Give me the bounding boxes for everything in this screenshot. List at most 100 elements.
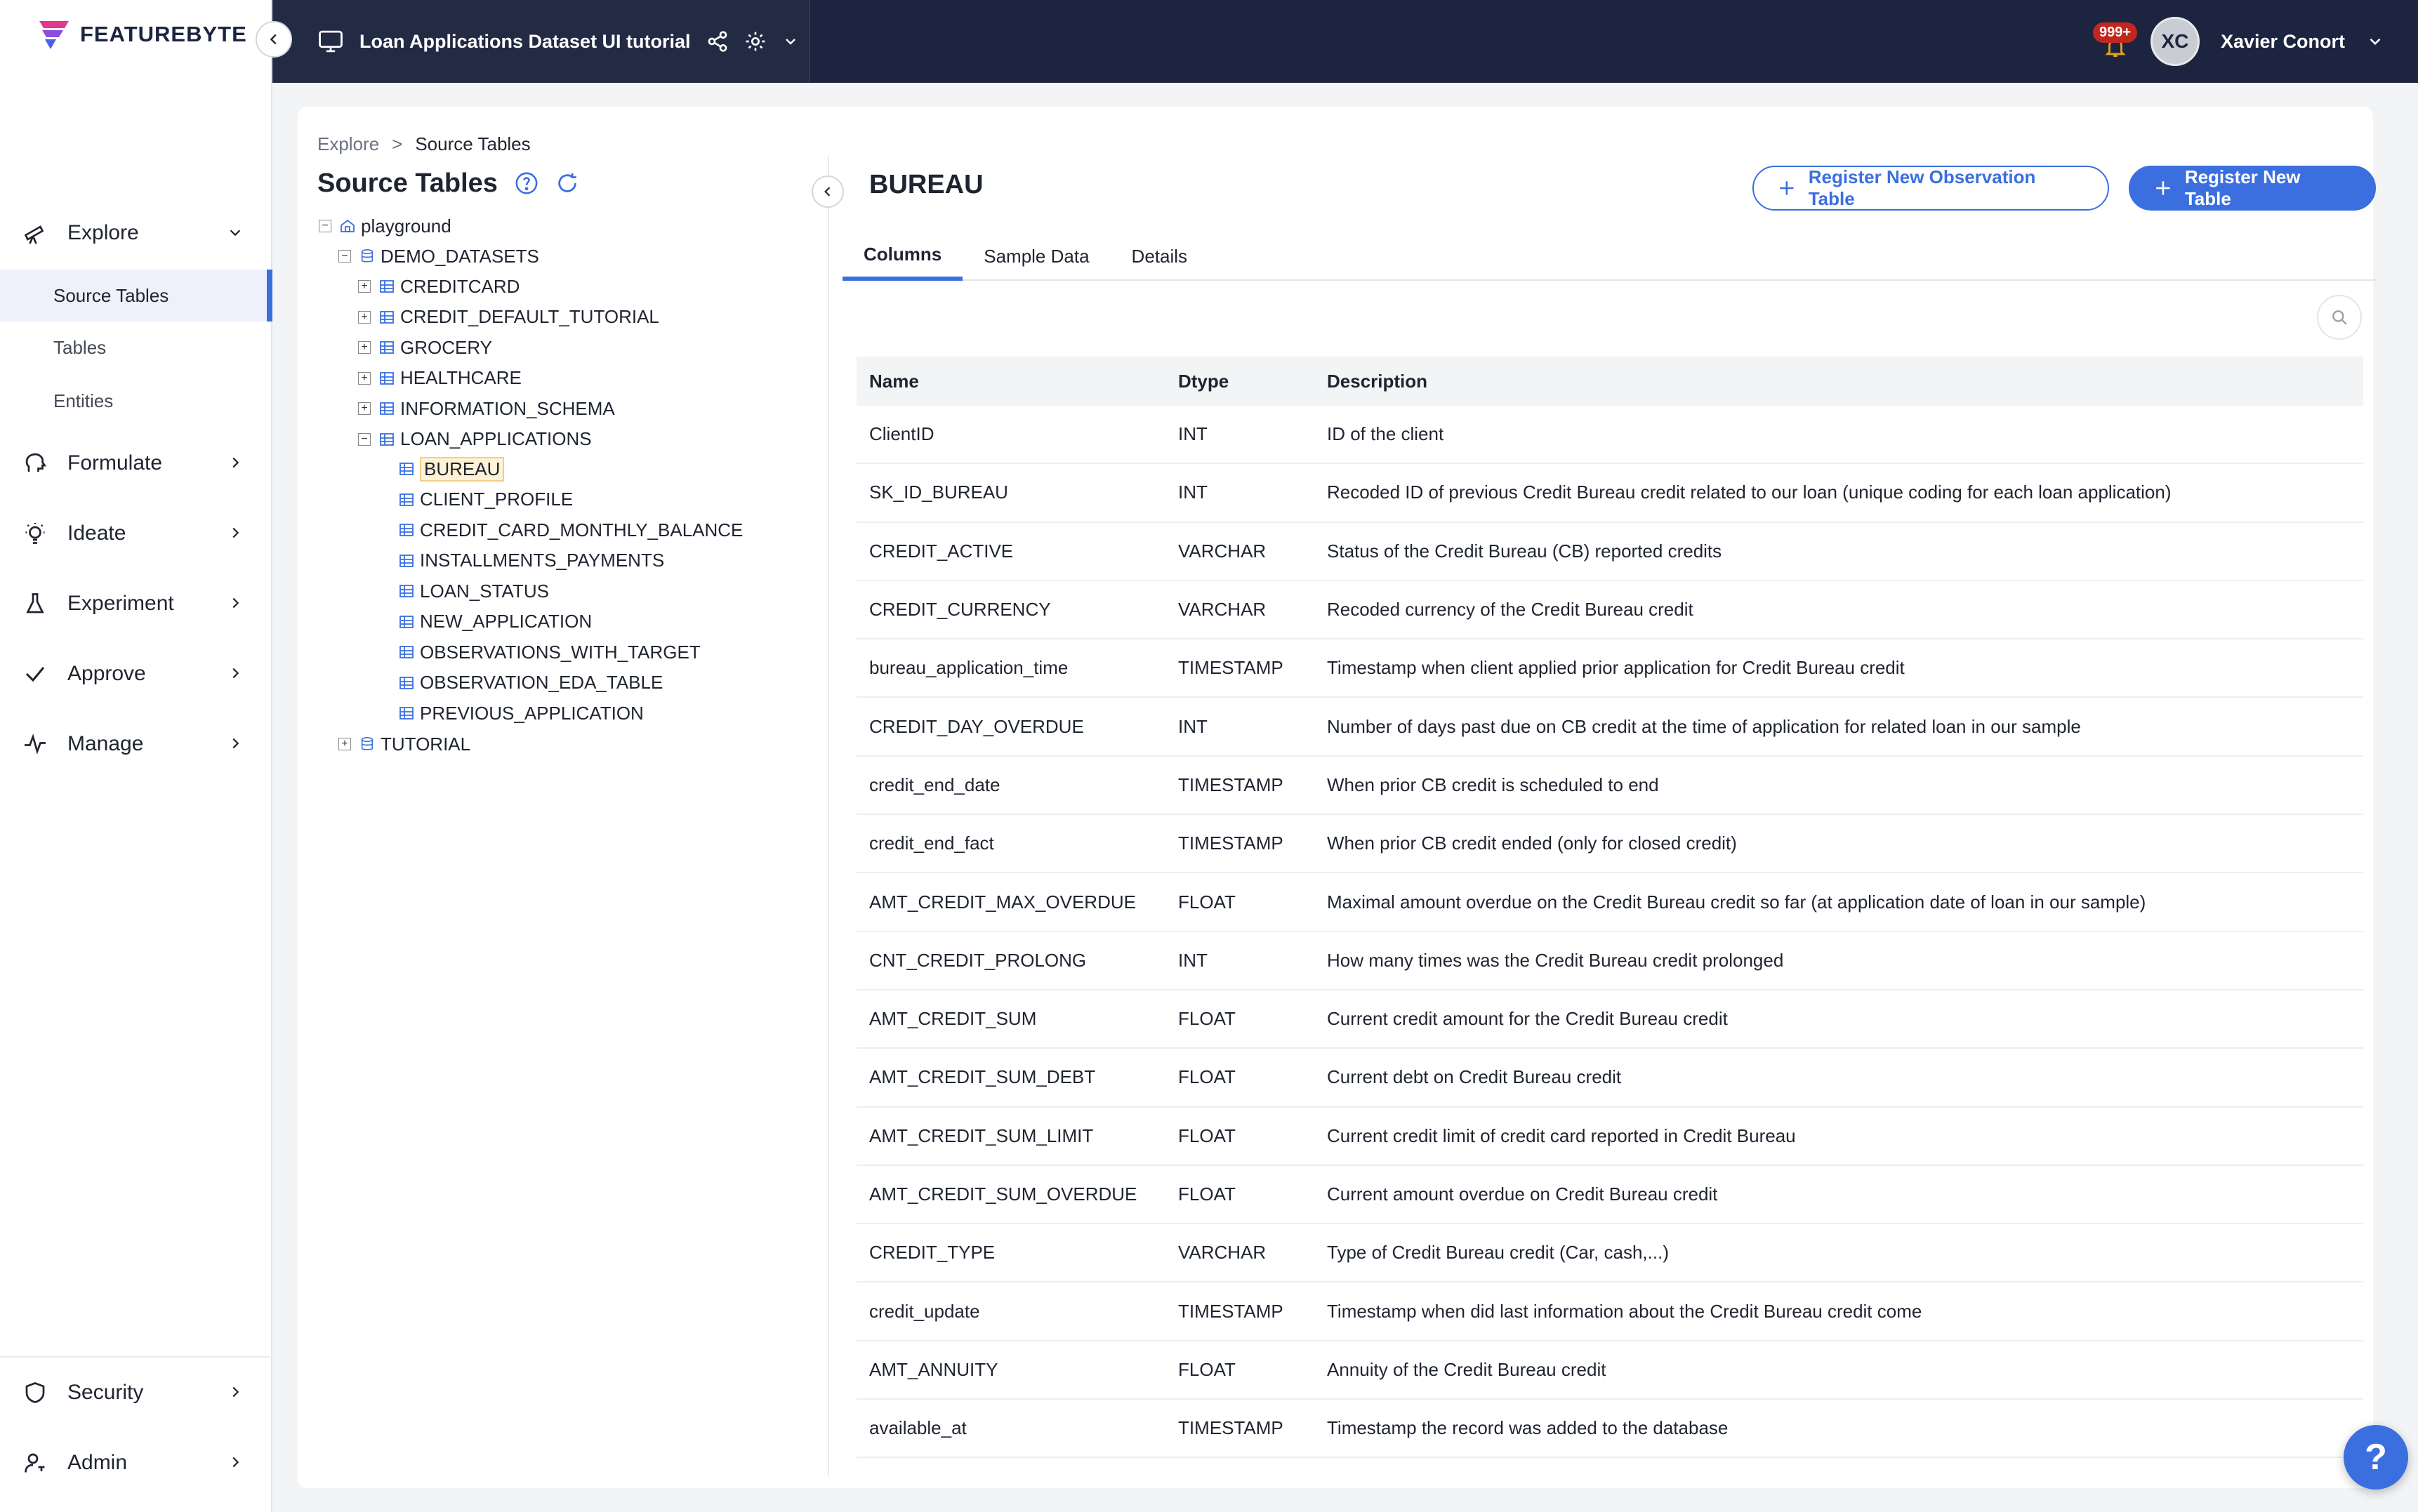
tree-node-database[interactable]: + TUTORIAL (338, 730, 470, 758)
expand-toggle[interactable]: + (358, 341, 371, 354)
cell-description: Status of the Credit Bureau (CB) reporte… (1327, 540, 1722, 562)
tab-columns[interactable]: Columns (843, 232, 963, 281)
table-row[interactable]: AMT_CREDIT_SUM_OVERDUE FLOAT Current amoun… (857, 1166, 2363, 1225)
collapse-toggle[interactable]: − (338, 250, 351, 263)
tree-node-table[interactable]: CREDIT_CARD_MONTHLY_BALANCE (397, 516, 743, 544)
sub-item-tables[interactable]: Tables (0, 321, 272, 373)
table-row[interactable]: AMT_CREDIT_SUM_DEBT FLOAT Current debt on … (857, 1049, 2363, 1108)
nav-explore[interactable]: Explore (0, 206, 272, 260)
table-row[interactable]: credit_update TIMESTAMP Timestamp when did… (857, 1282, 2363, 1341)
expand-toggle[interactable]: + (358, 402, 371, 415)
collapse-toggle[interactable]: − (319, 220, 331, 232)
tree-node-table[interactable]: CLIENT_PROFILE (397, 486, 573, 514)
tree-node-table[interactable]: LOAN_STATUS (397, 577, 549, 605)
tree-node-database[interactable]: − DEMO_DATASETS (338, 242, 539, 270)
help-circle-icon[interactable] (515, 171, 539, 195)
gear-icon[interactable] (744, 30, 767, 53)
cell-description: Current credit limit of credit card repo… (1327, 1125, 1796, 1146)
cell-dtype: FLOAT (1178, 1066, 1236, 1088)
header-description[interactable]: Description (1323, 371, 2363, 392)
sub-item-source-tables[interactable]: Source Tables (0, 270, 272, 321)
cell-description: Current debt on Credit Bureau credit (1327, 1066, 1622, 1088)
table-row[interactable]: CREDIT_TYPE VARCHAR Type of Credit Bureau … (857, 1224, 2363, 1283)
table-row[interactable]: available_at TIMESTAMP Timestamp the recor… (857, 1400, 2363, 1459)
sub-item-entities[interactable]: Entities (0, 375, 272, 427)
featurebyte-logo[interactable]: FEATUREBYTE (35, 17, 247, 52)
table-row[interactable]: credit_end_fact TIMESTAMP When prior CB cr… (857, 815, 2363, 874)
table-row[interactable]: SK_ID_BUREAU INT Recoded ID of previous Cr… (857, 464, 2363, 523)
table-row[interactable]: bureau_application_time TIMESTAMP Timestam… (857, 639, 2363, 698)
nav-approve[interactable]: Approve (0, 647, 272, 701)
table-row[interactable]: ClientID INT ID of the client (857, 406, 2363, 465)
table-title: BUREAU (869, 170, 984, 199)
cell-description: Recoded currency of the Credit Bureau cr… (1327, 599, 1693, 621)
tree-node-schema[interactable]: − LOAN_APPLICATIONS (358, 425, 592, 453)
register-observation-table-button[interactable]: Register New Observation Table (1752, 166, 2109, 211)
tree-node-schema[interactable]: + CREDITCARD (358, 272, 520, 300)
table-grid-icon (378, 399, 396, 418)
table-row[interactable]: CREDIT_CURRENCY VARCHAR Recoded currency o… (857, 581, 2363, 640)
cell-description: How many times was the Credit Bureau cre… (1327, 949, 1784, 971)
featurebyte-logo-icon (39, 21, 69, 49)
expand-toggle[interactable]: + (358, 310, 371, 324)
collapse-toggle[interactable]: − (358, 432, 371, 446)
chevron-down-icon[interactable] (2366, 32, 2384, 51)
nav-manage[interactable]: Manage (0, 717, 272, 771)
table-row[interactable]: CREDIT_DAY_OVERDUE INT Number of days past… (857, 698, 2363, 757)
breadcrumb-explore[interactable]: Explore (317, 133, 379, 155)
expand-toggle[interactable]: + (338, 738, 351, 750)
help-button[interactable]: ? (2344, 1425, 2408, 1490)
cell-description: Current amount overdue on Credit Bureau … (1327, 1183, 1718, 1205)
table-row[interactable]: CREDIT_ACTIVE VARCHAR Status of the Credit… (857, 523, 2363, 581)
share-icon[interactable] (706, 30, 729, 53)
cell-name: CREDIT_ACTIVE (869, 540, 1014, 562)
tree-node-table[interactable]: BUREAU (397, 455, 505, 483)
table-grid-icon (397, 552, 416, 570)
notification-button[interactable]: 999+ (2092, 22, 2138, 59)
tree-node-playground[interactable]: − playground (319, 212, 451, 240)
table-row[interactable]: AMT_CREDIT_MAX_OVERDUE FLOAT Maximal amoun… (857, 873, 2363, 932)
home-icon (338, 217, 357, 235)
chevron-down-icon[interactable] (782, 33, 799, 50)
tree-node-schema[interactable]: + INFORMATION_SCHEMA (358, 394, 615, 423)
telescope-icon (21, 219, 49, 247)
project-selector[interactable]: Loan Applications Dataset UI tutorial (317, 0, 799, 83)
cell-name: SK_ID_BUREAU (869, 482, 1008, 503)
refresh-icon[interactable] (555, 171, 579, 195)
tree-node-table[interactable]: NEW_APPLICATION (397, 608, 592, 636)
tree-node-schema[interactable]: + HEALTHCARE (358, 364, 522, 392)
nav-security[interactable]: Security (0, 1366, 272, 1419)
nav-formulate[interactable]: Formulate (0, 437, 272, 490)
table-row[interactable]: credit_end_date TIMESTAMP When prior CB cr… (857, 757, 2363, 816)
table-row[interactable]: AMT_CREDIT_SUM FLOAT Current credit amount… (857, 990, 2363, 1049)
nav-experiment[interactable]: Experiment (0, 577, 272, 630)
expand-toggle[interactable]: + (358, 280, 371, 293)
cell-dtype: FLOAT (1178, 891, 1236, 913)
table-row[interactable]: CNT_CREDIT_PROLONG INT How many times was … (857, 932, 2363, 990)
tab-details[interactable]: Details (1111, 232, 1208, 281)
nav-security-label: Security (67, 1381, 144, 1404)
chevron-right-icon (225, 663, 246, 684)
tree-node-table[interactable]: INSTALLMENTS_PAYMENTS (397, 547, 664, 575)
register-new-table-button[interactable]: Register New Table (2129, 166, 2376, 211)
tree-node-schema[interactable]: + GROCERY (358, 333, 492, 362)
tree-node-table[interactable]: OBSERVATION_EDA_TABLE (397, 669, 663, 697)
cell-description: When prior CB credit is scheduled to end (1327, 774, 1659, 795)
cell-name: CREDIT_CURRENCY (869, 599, 1051, 621)
panel-collapse-button[interactable] (812, 175, 844, 208)
nav-admin[interactable]: Admin (0, 1436, 272, 1490)
header-dtype[interactable]: Dtype (1174, 371, 1323, 392)
expand-toggle[interactable]: + (358, 371, 371, 385)
user-name[interactable]: Xavier Conort (2221, 31, 2345, 53)
tab-sample-data[interactable]: Sample Data (963, 232, 1110, 281)
search-button[interactable] (2317, 295, 2362, 340)
tree-node-table[interactable]: OBSERVATIONS_WITH_TARGET (397, 638, 701, 666)
tree-node-table[interactable]: PREVIOUS_APPLICATION (397, 699, 644, 727)
avatar[interactable]: XC (2150, 17, 2200, 66)
table-row[interactable]: AMT_CREDIT_SUM_LIMIT FLOAT Current credit … (857, 1108, 2363, 1166)
nav-ideate[interactable]: Ideate (0, 507, 272, 560)
header-name[interactable]: Name (857, 371, 1174, 392)
table-row[interactable]: AMT_ANNUITY FLOAT Annuity of the Credit Bu… (857, 1341, 2363, 1400)
tree-node-schema[interactable]: + CREDIT_DEFAULT_TUTORIAL (358, 303, 659, 331)
sidebar-collapse-button[interactable] (256, 21, 292, 58)
